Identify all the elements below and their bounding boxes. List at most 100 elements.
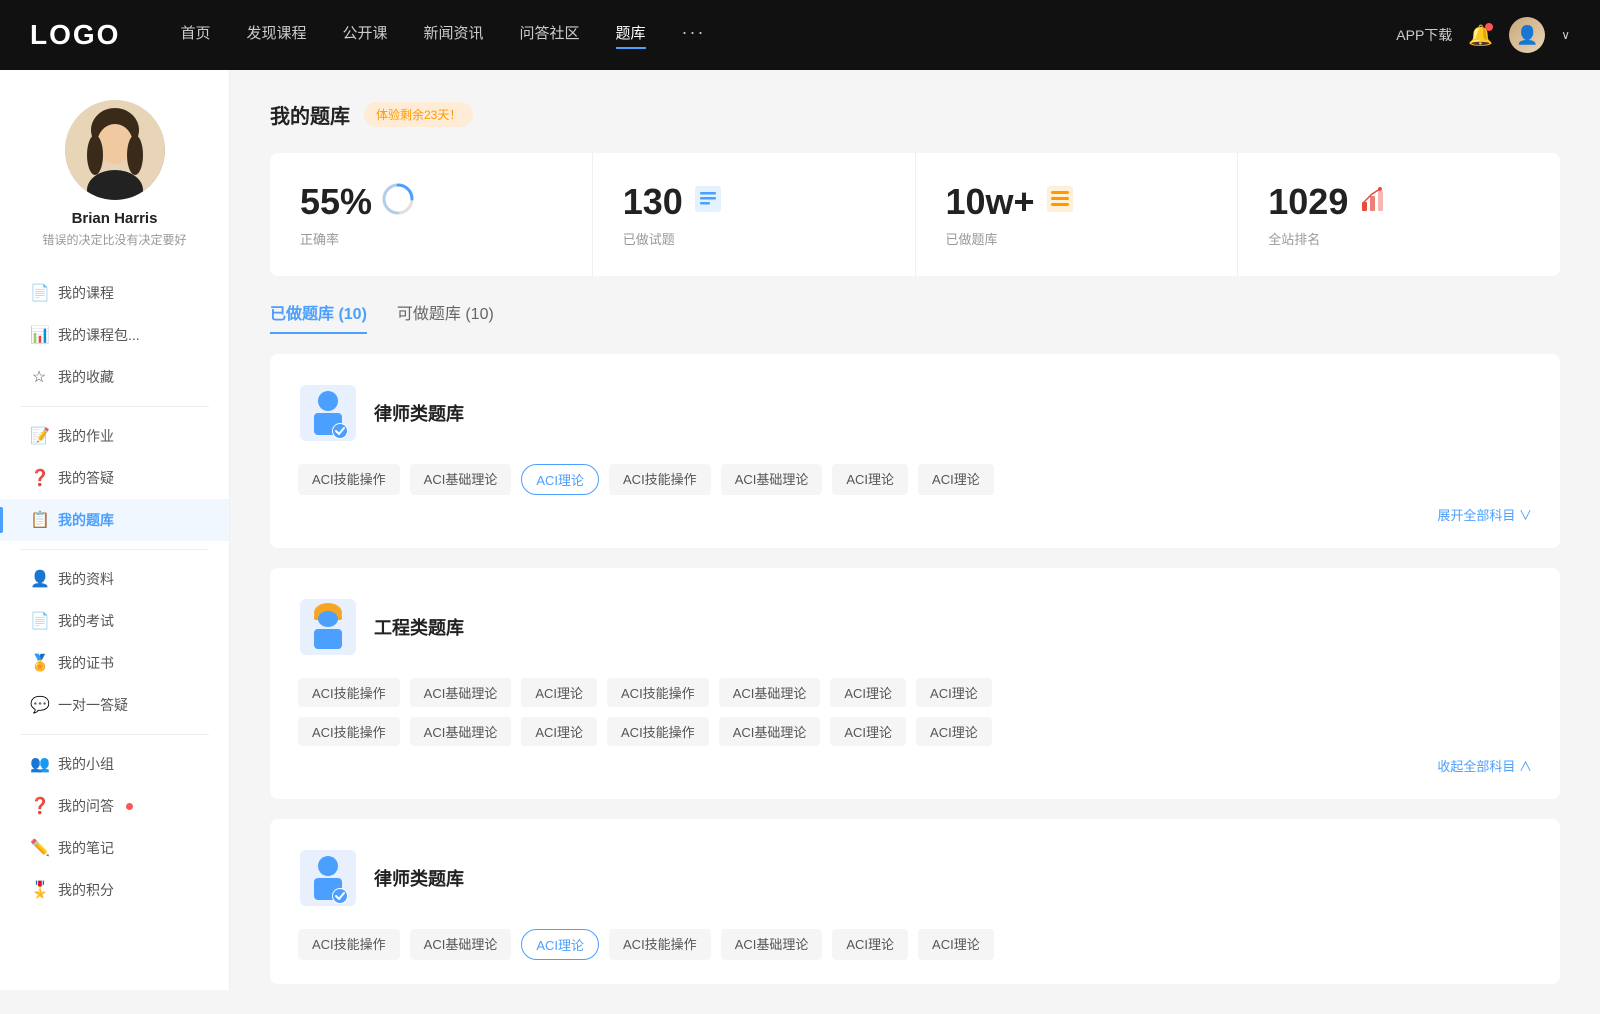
bank-2-tag-1[interactable]: ACI基础理论 [410,929,512,960]
stat-correct-rate-value: 55% [300,181,372,223]
sidebar-divider-1 [20,406,209,407]
stat-site-rank-label: 全站排名 [1268,229,1530,248]
bank-1-tag-r1-2[interactable]: ACI理论 [521,678,597,707]
nav-news[interactable]: 新闻资讯 [424,22,484,49]
bank-1-tag-r2-0[interactable]: ACI技能操作 [298,717,400,746]
stat-chart-icon [1358,184,1388,221]
bank-0-tag-6[interactable]: ACI理论 [918,464,994,495]
sidebar-avatar [65,100,165,200]
sidebar-item-courses[interactable]: 📄 我的课程 [0,272,229,314]
sidebar-divider-3 [20,734,209,735]
user-menu-chevron[interactable]: ∨ [1561,28,1570,42]
sidebar-item-questions[interactable]: ❓ 我的答疑 [0,457,229,499]
sidebar-item-1on1[interactable]: 💬 一对一答疑 [0,684,229,726]
sidebar-item-course-pkg[interactable]: 📊 我的课程包... [0,314,229,356]
page-header: 我的题库 体验剩余23天！ [270,100,1560,129]
sidebar-item-profile-label: 我的资料 [58,569,114,589]
app-download[interactable]: APP下载 [1396,25,1452,45]
stat-correct-rate: 55% 正确率 [270,153,593,276]
page-wrapper: Brian Harris 错误的决定比没有决定要好 📄 我的课程 📊 我的课程包… [0,70,1600,1014]
bank-1-tag-r2-6[interactable]: ACI理论 [916,717,992,746]
nav-qa[interactable]: 问答社区 [520,22,580,49]
bank-1-tag-r2-1[interactable]: ACI基础理论 [410,717,512,746]
bank-2-tag-2[interactable]: ACI理论 [521,929,599,960]
sidebar-username: Brian Harris [20,210,209,227]
sidebar-item-notes[interactable]: ✏️ 我的笔记 [0,827,229,869]
sidebar-item-my-qa[interactable]: ❓ 我的问答 [0,785,229,827]
sidebar-divider-2 [20,549,209,550]
nav-more[interactable]: ··· [682,22,706,49]
sidebar-item-question-bank[interactable]: 📋 我的题库 [0,499,229,541]
bank-0-tag-4[interactable]: ACI基础理论 [721,464,823,495]
stat-done-questions-label: 已做试题 [623,229,885,248]
sidebar-motto: 错误的决定比没有决定要好 [20,231,209,248]
bank-1-tag-r2-3[interactable]: ACI技能操作 [607,717,709,746]
bank-0-tag-1[interactable]: ACI基础理论 [410,464,512,495]
bank-0-tag-2[interactable]: ACI理论 [521,464,599,495]
sidebar-menu: 📄 我的课程 📊 我的课程包... ☆ 我的收藏 📝 我的作业 ❓ 我的答疑 � [0,272,229,911]
sidebar-item-1on1-label: 一对一答疑 [58,695,128,715]
tab-bar: 已做题库 (10) 可做题库 (10) [270,300,1560,334]
sidebar-item-my-qa-label: 我的问答 [58,796,114,816]
sidebar-item-groups[interactable]: 👥 我的小组 [0,743,229,785]
questions-icon: ❓ [30,468,48,488]
bank-1-tag-r1-0[interactable]: ACI技能操作 [298,678,400,707]
bank-card-1-tags-row2: ACI技能操作 ACI基础理论 ACI理论 ACI技能操作 ACI基础理论 AC… [298,717,1532,746]
tab-available-banks[interactable]: 可做题库 (10) [397,300,494,334]
sidebar-item-homework-label: 我的作业 [58,426,114,446]
bank-2-tag-0[interactable]: ACI技能操作 [298,929,400,960]
bank-1-tag-r2-4[interactable]: ACI基础理论 [719,717,821,746]
bank-1-tag-r1-3[interactable]: ACI技能操作 [607,678,709,707]
bank-0-tag-0[interactable]: ACI技能操作 [298,464,400,495]
favorites-icon: ☆ [30,367,48,387]
bank-card-0-footer[interactable]: 展开全部科目 ∨ [298,505,1532,524]
stat-done-banks-label: 已做题库 [946,229,1208,248]
my-qa-icon: ❓ [30,796,48,816]
bank-0-tag-3[interactable]: ACI技能操作 [609,464,711,495]
bank-0-tag-5[interactable]: ACI理论 [832,464,908,495]
bank-2-tag-5[interactable]: ACI理论 [832,929,908,960]
bank-1-tag-r2-2[interactable]: ACI理论 [521,717,597,746]
nav-home[interactable]: 首页 [180,22,210,49]
logo[interactable]: LOGO [30,19,120,51]
bank-2-tag-3[interactable]: ACI技能操作 [609,929,711,960]
user-avatar[interactable]: 👤 [1509,17,1545,53]
bank-card-0-title: 律师类题库 [374,400,464,426]
sidebar-item-points[interactable]: 🎖️ 我的积分 [0,869,229,911]
bank-2-tag-6[interactable]: ACI理论 [918,929,994,960]
nav-discover[interactable]: 发现课程 [246,22,306,49]
course-pkg-icon: 📊 [30,325,48,345]
sidebar: Brian Harris 错误的决定比没有决定要好 📄 我的课程 📊 我的课程包… [0,70,230,990]
lawyer-icon-2 [298,843,358,913]
navbar-right: APP下载 🔔 👤 ∨ [1396,17,1570,53]
stat-done-banks-value: 10w+ [946,181,1035,223]
bank-1-tag-r1-4[interactable]: ACI基础理论 [719,678,821,707]
bank-card-2: 律师类题库 ACI技能操作 ACI基础理论 ACI理论 ACI技能操作 ACI基… [270,819,1560,984]
bank-1-tag-r2-5[interactable]: ACI理论 [830,717,906,746]
sidebar-item-homework[interactable]: 📝 我的作业 [0,415,229,457]
sidebar-item-profile[interactable]: 👤 我的资料 [0,558,229,600]
tab-done-banks[interactable]: 已做题库 (10) [270,300,367,334]
bank-1-tag-r1-6[interactable]: ACI理论 [916,678,992,707]
homework-icon: 📝 [30,426,48,446]
navbar: LOGO 首页 发现课程 公开课 新闻资讯 问答社区 题库 ··· APP下载 … [0,0,1600,70]
sidebar-item-notes-label: 我的笔记 [58,838,114,858]
trial-badge: 体验剩余23天！ [364,102,473,127]
sidebar-item-exams[interactable]: 📄 我的考试 [0,600,229,642]
bank-1-tag-r1-1[interactable]: ACI基础理论 [410,678,512,707]
bank-card-2-title: 律师类题库 [374,865,464,891]
bank-list: 律师类题库 ACI技能操作 ACI基础理论 ACI理论 ACI技能操作 ACI基… [270,354,1560,984]
notification-bell[interactable]: 🔔 [1468,23,1493,48]
sidebar-item-exams-label: 我的考试 [58,611,114,631]
sidebar-item-favorites[interactable]: ☆ 我的收藏 [0,356,229,398]
bank-2-tag-4[interactable]: ACI基础理论 [721,929,823,960]
bank-1-tag-r1-5[interactable]: ACI理论 [830,678,906,707]
stats-row: 55% 正确率 130 [270,153,1560,276]
nav-open-course[interactable]: 公开课 [342,22,387,49]
sidebar-item-favorites-label: 我的收藏 [58,367,114,387]
stat-done-questions-value: 130 [623,181,683,223]
bank-card-1-header: 工程类题库 [298,592,1532,662]
bank-card-1-footer[interactable]: 收起全部科目 ∧ [298,756,1532,775]
sidebar-item-certificates[interactable]: 🏅 我的证书 [0,642,229,684]
nav-question-bank[interactable]: 题库 [616,22,646,49]
